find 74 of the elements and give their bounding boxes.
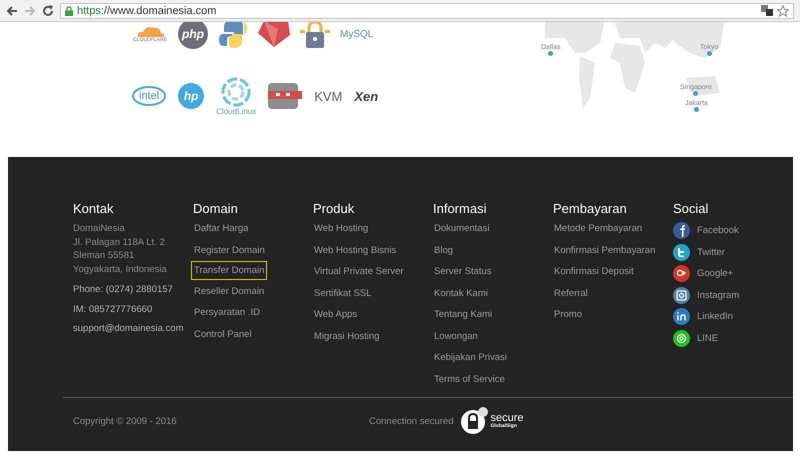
hp-logo: hp	[178, 83, 204, 109]
cloudlinux-logo: CloudLinux	[216, 76, 256, 116]
footer-link[interactable]: Promo	[551, 308, 585, 321]
php-logo: php	[178, 22, 208, 49]
address-line: Yogyakarta, Indonesia	[73, 262, 168, 276]
column-heading: Pembayaran	[553, 201, 628, 216]
footer-link[interactable]: Blog	[431, 244, 456, 256]
social-link[interactable]: Twitter	[697, 246, 725, 258]
footer-link[interactable]: Persyaratan .ID	[191, 306, 263, 319]
footer-link[interactable]: Referral	[551, 286, 591, 300]
address-line: DomaiNesia	[73, 222, 126, 236]
social-link[interactable]: LinkedIn	[697, 311, 733, 322]
reload-button[interactable]	[42, 4, 54, 16]
twitter-icon	[673, 244, 690, 260]
footer-link[interactable]: Transfer Domain	[191, 261, 268, 280]
google-plus-icon	[673, 265, 690, 282]
column-heading: Produk	[313, 201, 356, 216]
column-heading: Kontak	[73, 201, 114, 216]
contact-text: support@domainesia.com	[73, 323, 185, 334]
social-link[interactable]: Instagram	[697, 290, 740, 300]
padlock-logo	[300, 22, 330, 49]
footer-link[interactable]: Web Hosting Bisnis	[311, 244, 400, 256]
footer-link[interactable]: Control Panel	[191, 328, 255, 340]
social-link[interactable]: Google+	[697, 268, 734, 279]
footer-link[interactable]: Daftar Harga	[191, 222, 252, 235]
footer-link[interactable]: Register Domain	[191, 244, 268, 256]
gem-logo	[258, 22, 290, 47]
lock-icon	[65, 6, 73, 16]
star-icon[interactable]	[777, 4, 789, 16]
xen-logo: Xen	[354, 88, 378, 104]
mysql-logo: MySQL	[340, 28, 374, 40]
column-heading: Informasi	[433, 201, 488, 216]
kvm-logo: KVM	[314, 88, 342, 104]
contact-text: Phone: (0274) 2880157	[73, 284, 174, 296]
snake-logo	[218, 22, 248, 49]
column-heading: Domain	[193, 201, 239, 216]
footer-link[interactable]: Virtual Private Server	[311, 265, 407, 278]
footer-link[interactable]: Lowongan	[431, 330, 481, 342]
map-pin-icon	[694, 107, 699, 112]
footer-link[interactable]: Web Apps	[311, 308, 360, 321]
footer-link[interactable]: Migrasi Hosting	[311, 330, 382, 342]
copyright-text: Copyright © 2009 - 2016	[73, 416, 178, 426]
footer-link[interactable]: Metode Pembayaran	[551, 222, 646, 235]
address-bar[interactable]: https://www.domainesia.com	[60, 2, 794, 18]
address-line: Sleman 55581	[73, 249, 136, 262]
facebook-icon	[673, 222, 690, 239]
social-link[interactable]: LINE	[697, 332, 718, 344]
footer-link[interactable]: Tentang Kami	[431, 308, 496, 321]
map-pin-icon	[706, 51, 712, 56]
ninja-logo	[268, 83, 302, 109]
address-line: Jl. Palagan 118A Lt. 2	[73, 236, 166, 249]
camera-icon	[673, 286, 690, 304]
linkedin-icon	[673, 308, 690, 325]
connection-text: Connection secured	[369, 416, 454, 426]
footer-link[interactable]: Reseller Domain	[191, 284, 268, 298]
intel-logo: intel	[132, 86, 166, 106]
footer-link[interactable]: Terms of Service	[431, 372, 508, 386]
footer-link[interactable]: Konfirmasi Deposit	[551, 265, 637, 278]
footer-link[interactable]: Server Status	[431, 265, 495, 278]
footer-link[interactable]: Sertifikat SSL	[311, 286, 375, 300]
footer-link[interactable]: Konfirmasi Pembayaran	[551, 244, 658, 256]
back-button[interactable]	[6, 4, 18, 16]
map-pin-icon	[693, 91, 698, 96]
footer-link[interactable]: Dokumentasi	[431, 222, 492, 235]
chat-icon	[673, 330, 690, 346]
footer-link[interactable]: Kebijakan Privasi	[431, 351, 510, 364]
footer-link[interactable]: Web Hosting	[311, 222, 372, 235]
translate-icon[interactable]	[761, 5, 773, 16]
column-heading: Social	[673, 201, 710, 216]
url-text: https://www.domainesia.com	[77, 4, 216, 16]
contact-text: IM: 085727776660	[73, 304, 154, 315]
map-pin-icon	[548, 51, 554, 56]
social-link[interactable]: Facebook	[697, 225, 739, 236]
footer-link[interactable]: Kontak Kami	[431, 286, 491, 300]
